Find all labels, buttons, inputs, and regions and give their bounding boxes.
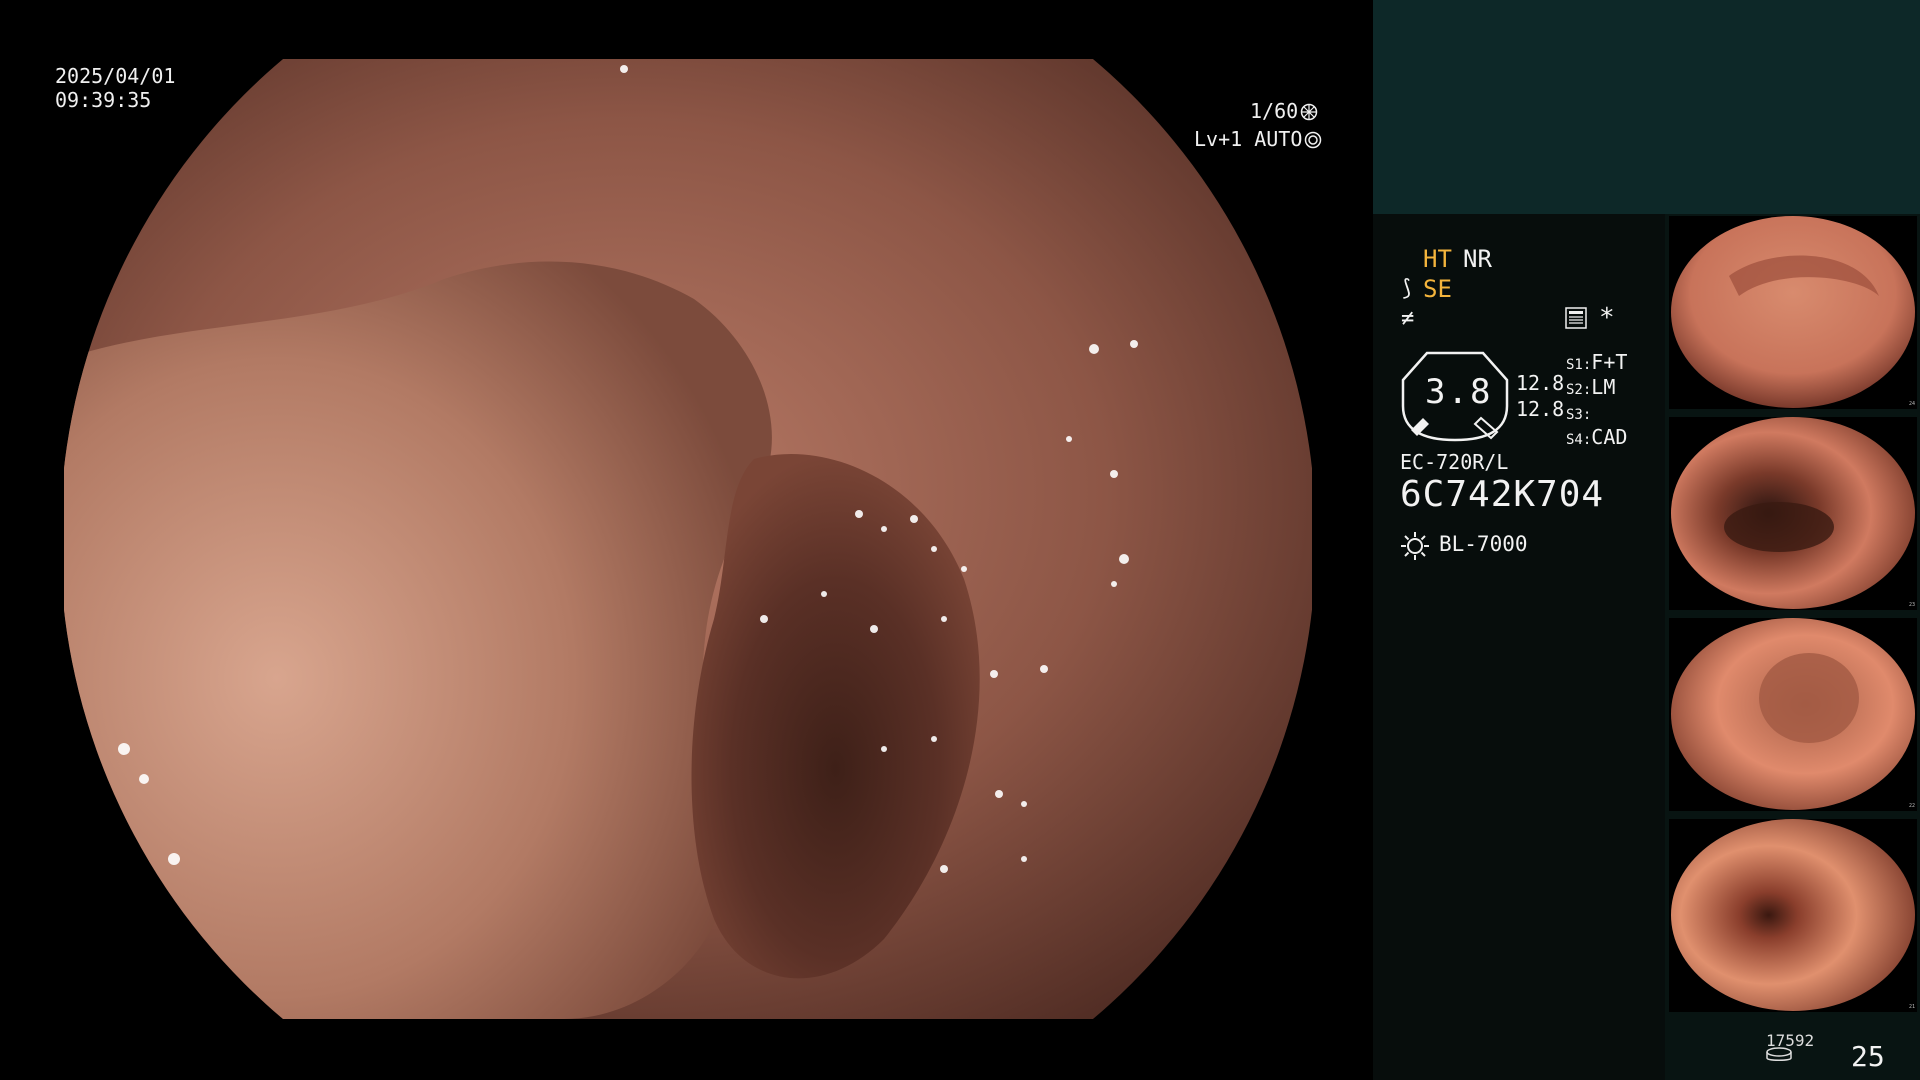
slot-3-key: S3:	[1566, 407, 1592, 423]
slot-1-value: F+T	[1591, 350, 1628, 374]
thumbnail-image	[1671, 819, 1915, 1011]
settings-panel: HT NR ⟆ SE ≠ * 3.8 12.8 12.8 S1:F+T S2:L…	[1373, 214, 1665, 1080]
time-readout: 09:39:35	[55, 88, 152, 112]
slot-1-key: S1:	[1566, 357, 1592, 373]
scope-model: EC-720R/L	[1400, 450, 1509, 474]
slot-2-value: LM	[1591, 375, 1616, 399]
thumbnail-index: 22	[1908, 803, 1915, 809]
thumbnail-capture-4[interactable]: 21	[1669, 819, 1917, 1012]
shutter-value: 1/60	[1250, 99, 1299, 123]
slot-2-key: S2:	[1566, 382, 1592, 398]
thumbnail-image	[1671, 216, 1915, 408]
mode-se-label: SE	[1423, 275, 1452, 303]
level-value: Lv+1 AUTO	[1194, 127, 1303, 151]
gauge-value: 3.8	[1425, 372, 1493, 412]
light-source-label: BL-7000	[1439, 532, 1528, 556]
aperture-icon	[1300, 103, 1318, 121]
record-settings-icon	[1565, 307, 1587, 329]
iris-icon	[1305, 131, 1322, 149]
slot-4: S4:CAD	[1566, 425, 1627, 449]
thumbnail-image	[1671, 618, 1915, 810]
endoscope-view-panel: 2025/04/01 09:39:35 1/60 Lv+1 AUTO	[0, 0, 1373, 1080]
date-readout: 2025/04/01	[55, 64, 176, 88]
thumbnail-index: 24	[1908, 401, 1915, 407]
thumbnail-capture-3[interactable]: 22	[1669, 618, 1917, 811]
structure-enhance-icon: ⟆	[1400, 276, 1414, 301]
level-readout: Lv+1 AUTO	[1194, 127, 1322, 151]
storage-icon	[1766, 1047, 1792, 1061]
light-source-icon	[1401, 532, 1429, 560]
mode-nr-label: NR	[1463, 245, 1492, 273]
slot-4-value: CAD	[1591, 425, 1628, 449]
thumbnail-capture-2[interactable]: 23	[1669, 417, 1917, 610]
gauge-top-value: 12.8	[1516, 371, 1565, 395]
scope-serial: 6C742K704	[1400, 474, 1605, 515]
thumbnail-index: 23	[1908, 602, 1915, 608]
slot-3: S3:	[1566, 400, 1591, 424]
thumbnail-index: 21	[1908, 1004, 1915, 1010]
colon-image	[64, 59, 1312, 1019]
signal-icon: ≠	[1401, 306, 1415, 331]
thumbnail-capture-1[interactable]: 24	[1669, 216, 1917, 409]
shutter-readout: 1/60	[1250, 99, 1318, 123]
status-top-box	[1373, 0, 1920, 214]
page-number: 25	[1851, 1040, 1885, 1073]
star-indicator: *	[1599, 303, 1615, 333]
slot-2: S2:LM	[1566, 375, 1615, 399]
slot-1: S1:F+T	[1566, 350, 1627, 374]
thumbnail-image	[1671, 417, 1915, 609]
endoscope-image	[64, 59, 1312, 1019]
slot-4-key: S4:	[1566, 432, 1592, 448]
gauge-bottom-value: 12.8	[1516, 397, 1565, 421]
info-sidebar: HT NR ⟆ SE ≠ * 3.8 12.8 12.8 S1:F+T S2:L…	[1373, 0, 1920, 1080]
mode-ht-label: HT	[1423, 245, 1452, 273]
